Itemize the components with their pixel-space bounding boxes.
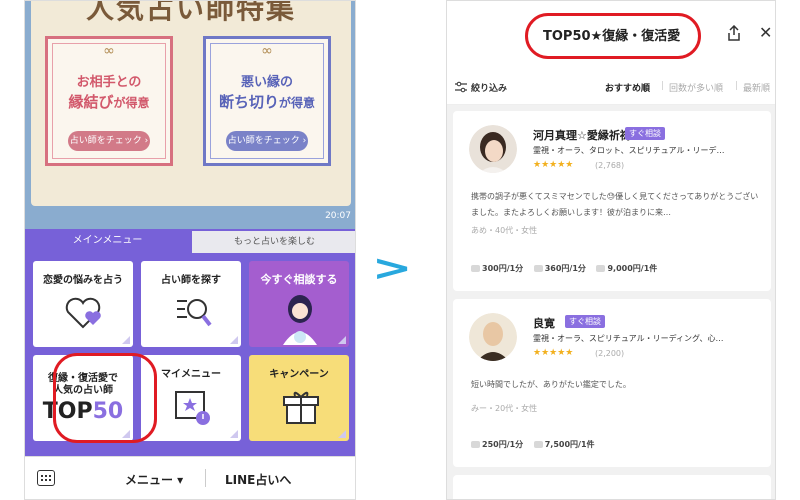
- review-comment: 携帯の調子が悪くてスミマセンでした😓優しく見てくださってありがとうございました。…: [471, 192, 759, 217]
- banner-title: 人気占い師特集: [85, 0, 296, 25]
- tile-corner: [230, 430, 238, 438]
- teller-name: 良寛: [533, 317, 555, 330]
- check-fortune-teller-button[interactable]: 占い師をチェック ›: [226, 131, 308, 151]
- header: TOP50★復縁・復活愛 ✕: [447, 1, 775, 71]
- card-en-kiri[interactable]: ∞ 悪い縁の 断ち切りが得意 占い師をチェック ›: [203, 36, 331, 166]
- sort-most-consulted[interactable]: 回数が多い順: [669, 81, 723, 94]
- filter-button[interactable]: 絞り込み: [471, 81, 507, 94]
- teller-categories: 霊視・オーラ、スピリチュアル・リーディング、心…: [533, 334, 724, 343]
- fortune-teller-card[interactable]: 良寛 すぐ相談 霊視・オーラ、スピリチュアル・リーディング、心… ★★★★★ (…: [453, 299, 771, 467]
- fortune-teller-illustration: [283, 295, 317, 345]
- highlight-circle: [525, 13, 701, 59]
- menu-toggle-button[interactable]: メニュー ▾: [125, 471, 183, 488]
- line-fortune-link[interactable]: LINE占いへ: [225, 471, 291, 488]
- tile-label: 占い師を探す: [161, 275, 221, 286]
- tab-more-fun[interactable]: もっと占いを楽しむ: [192, 231, 355, 253]
- status-badge: すぐ相談: [565, 315, 605, 328]
- tile-corner: [230, 336, 238, 344]
- search-icon: [177, 299, 212, 327]
- price-list: 250円/1分 7,500円/1件: [471, 439, 603, 450]
- tile-corner: [338, 336, 346, 344]
- message-timestamp: 20:07: [325, 211, 351, 221]
- review-count: (2,768): [595, 161, 625, 170]
- phone-icon: [533, 265, 543, 272]
- tile-campaign[interactable]: キャンペーン: [249, 355, 349, 441]
- tile-label: 今すぐ相談する: [260, 273, 338, 286]
- top50-list-screen: TOP50★復縁・復活愛 ✕ 絞り込み おすすめ順 | 回数が多い順 | 最新順…: [446, 0, 776, 500]
- ribbon-icon: ∞: [103, 43, 115, 59]
- review-comment: 短い時間でしたが、ありがたい鑑定でした。: [471, 380, 631, 389]
- mail-icon: [533, 441, 543, 448]
- chat-area: 人気占い師特集 ∞ お相手との 縁結びが得意 占い師をチェック › ∞ 悪い縁の…: [25, 1, 355, 229]
- chat-icon: [471, 441, 480, 448]
- star-rating: ★★★★★: [533, 348, 574, 358]
- chat-icon: [471, 265, 480, 272]
- bottom-bar: メニュー ▾ LINE占いへ: [25, 456, 355, 499]
- card-en-musubi[interactable]: ∞ お相手との 縁結びが得意 占い師をチェック ›: [45, 36, 173, 166]
- tile-consult-now[interactable]: 今すぐ相談する: [249, 261, 349, 347]
- reviewer-info: みー・20代・女性: [471, 404, 538, 413]
- mail-icon: [596, 265, 606, 272]
- highlight-circle: [53, 353, 157, 443]
- review-count: (2,200): [595, 349, 625, 358]
- tile-label: キャンペーン: [269, 369, 329, 380]
- card-line1: お相手との: [76, 75, 142, 90]
- teller-categories: 霊視・オーラ、タロット、スピリチュアル・リーデ…: [533, 146, 725, 155]
- scissors-ribbon-icon: ∞: [261, 43, 273, 59]
- tile-corner: [338, 430, 346, 438]
- card-line2: 断ち切りが得意: [218, 93, 316, 111]
- hearts-icon: [65, 297, 101, 329]
- gift-icon: [283, 391, 319, 424]
- teller-name: 河月真理☆愛縁祈祷: [533, 129, 631, 142]
- price-list: 300円/1分 360円/1分 9,000円/1件: [471, 263, 665, 274]
- fortune-teller-card[interactable]: 河月真理☆愛縁祈祷 すぐ相談 霊視・オーラ、タロット、スピリチュアル・リーデ… …: [453, 111, 771, 291]
- feature-banner[interactable]: 人気占い師特集 ∞ お相手との 縁結びが得意 占い師をチェック › ∞ 悪い縁の…: [31, 1, 351, 206]
- star-rating: ★★★★★: [533, 160, 574, 170]
- tab-main-menu[interactable]: メインメニュー: [25, 229, 190, 253]
- filter-sort-bar: 絞り込み おすすめ順 | 回数が多い順 | 最新順: [447, 71, 775, 105]
- avatar: [469, 313, 517, 361]
- fortune-teller-card[interactable]: [453, 475, 771, 499]
- divider: [205, 469, 206, 487]
- line-chat-screen: 人気占い師特集 ∞ お相手との 縁結びが得意 占い師をチェック › ∞ 悪い縁の…: [24, 0, 356, 500]
- status-badge: すぐ相談: [625, 127, 665, 140]
- tile-love-reading[interactable]: 恋愛の悩みを占う: [33, 261, 133, 347]
- keyboard-icon[interactable]: [37, 470, 55, 486]
- book-clock-icon: [175, 391, 210, 425]
- tile-corner: [122, 336, 130, 344]
- close-icon[interactable]: ✕: [759, 23, 772, 42]
- reviewer-info: あめ・40代・女性: [471, 226, 538, 235]
- sort-newest[interactable]: 最新順: [743, 81, 770, 94]
- card-line1: 悪い縁の: [240, 75, 293, 90]
- filter-icon[interactable]: [455, 81, 467, 93]
- transition-arrow: >: [372, 247, 413, 289]
- share-icon[interactable]: [727, 25, 741, 41]
- sort-recommended[interactable]: おすすめ順: [605, 81, 650, 94]
- tile-label: 恋愛の悩みを占う: [43, 275, 123, 286]
- tile-find-teller[interactable]: 占い師を探す: [141, 261, 241, 347]
- avatar: [469, 125, 517, 173]
- check-fortune-teller-button[interactable]: 占い師をチェック ›: [68, 131, 150, 151]
- divider: |: [735, 81, 739, 91]
- card-line2: 縁結びが得意: [68, 93, 150, 111]
- divider: |: [661, 81, 665, 91]
